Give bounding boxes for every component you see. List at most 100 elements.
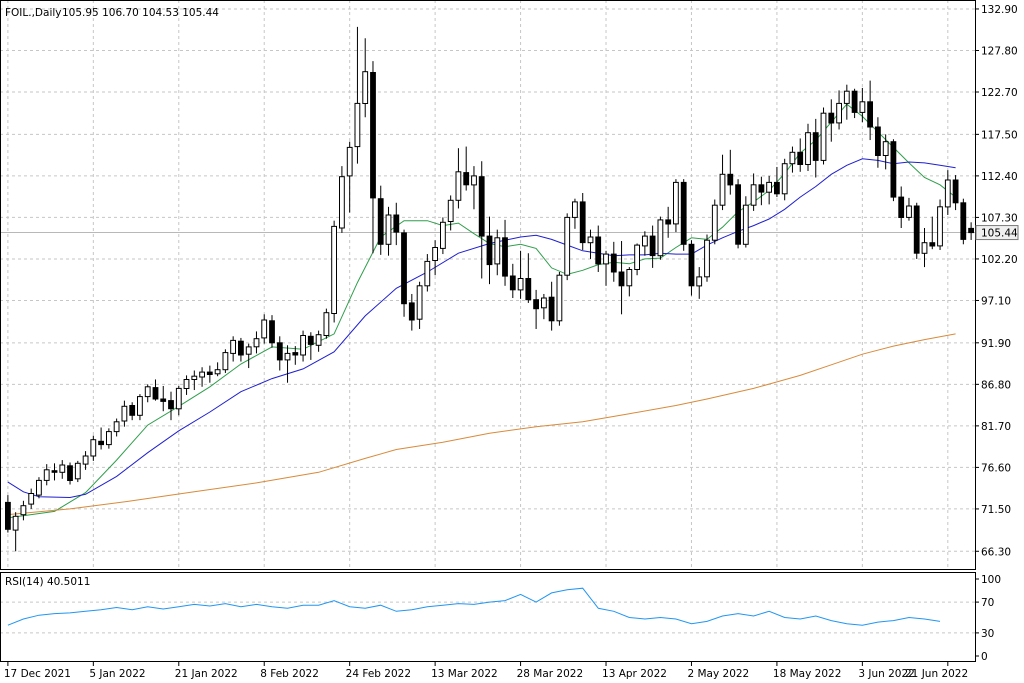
candle	[820, 107, 827, 165]
candle-body-bullish	[564, 216, 571, 276]
x-tick-label: 5 Jan 2022	[89, 668, 145, 680]
candle-body-bearish	[774, 181, 780, 195]
x-tick-label: 28 Mar 2022	[517, 668, 584, 680]
candle-body-bullish	[300, 335, 307, 356]
candle	[673, 179, 679, 233]
candle-body-bullish	[59, 464, 66, 473]
ohlc-values: 105.95 106.70 104.53 105.44	[62, 7, 219, 19]
y-tick-label: 97.10	[981, 295, 1011, 307]
candle-body-bearish	[875, 126, 881, 156]
candle-body-bearish	[812, 132, 819, 161]
candle-body-bearish	[525, 278, 532, 301]
candle	[36, 477, 42, 499]
candle-body-bullish	[704, 239, 710, 278]
candle	[440, 217, 446, 255]
y-tick-label: 86.80	[981, 379, 1011, 391]
candle-body-bullish	[447, 199, 454, 223]
rsi-label: RSI(14) 40.5011	[5, 576, 90, 588]
candle-body-bullish	[90, 439, 97, 457]
candle-body-bearish	[509, 275, 516, 291]
candle-body-bullish	[719, 173, 726, 206]
candle-body-bullish	[183, 379, 190, 389]
candle	[960, 198, 967, 245]
candle-body-bullish	[323, 312, 330, 337]
symbol-label: FOIL.,Daily	[5, 7, 62, 19]
candle-body-bullish	[882, 141, 889, 156]
x-tick-label: 21 Jan 2022	[175, 668, 238, 680]
candle-body-bullish	[113, 421, 120, 433]
candle-body-bullish	[36, 479, 42, 496]
candle-body-bearish	[401, 232, 407, 305]
x-tick-label: 21 Jun 2022	[905, 668, 968, 680]
candle-body-bullish	[199, 371, 205, 378]
candle-body-bullish	[28, 493, 35, 505]
candle-body-bearish	[478, 176, 485, 237]
candle-body-bullish	[789, 151, 796, 165]
candle-body-bullish	[556, 274, 563, 322]
candle-body-bearish	[851, 90, 858, 113]
candle-body-bullish	[820, 112, 827, 161]
candle-body-bullish	[859, 101, 866, 113]
candle	[657, 216, 664, 260]
y-tick-label: 107.30	[981, 212, 1018, 224]
candle	[401, 229, 407, 317]
candle-body-bullish	[214, 369, 221, 375]
candle-body-bullish	[12, 515, 19, 531]
candle-body-bullish	[634, 244, 641, 271]
candle-body-bullish	[696, 276, 703, 287]
candle-body-bearish	[688, 243, 695, 287]
candle-body-bullish	[626, 269, 633, 287]
candle-body-bearish	[51, 470, 58, 473]
candle-body-bullish	[354, 102, 361, 148]
candle-body-bearish	[890, 141, 897, 198]
candle	[331, 220, 338, 323]
candle-body-bullish	[944, 179, 951, 208]
candle-body-bullish	[921, 242, 928, 254]
rsi-tick-label: 0	[981, 651, 988, 663]
candle-body-bearish	[5, 501, 11, 530]
candle-body-bullish	[362, 71, 369, 104]
candle-body-bullish	[230, 339, 236, 354]
candle-body-bearish	[292, 352, 299, 356]
candle-body-bullish	[245, 346, 252, 355]
candle	[781, 158, 788, 201]
y-tick-label: 122.70	[981, 87, 1018, 99]
candle-body-bearish	[968, 227, 975, 234]
candle-body-bullish	[494, 237, 501, 265]
candle-body-bullish	[144, 386, 151, 398]
candle-body-bearish	[463, 172, 470, 186]
candle-body-bearish	[269, 320, 275, 344]
candle-body-bearish	[377, 198, 384, 245]
candle-body-bearish	[727, 173, 734, 186]
y-tick-label: 66.30	[981, 546, 1011, 558]
candle-body-bearish	[129, 405, 136, 416]
candle-body-bullish	[440, 221, 446, 249]
candle-body-bullish	[657, 219, 664, 257]
candle	[222, 349, 229, 373]
candle-body-bearish	[393, 214, 400, 233]
candle-body-bearish	[238, 340, 244, 356]
candle	[564, 213, 571, 281]
candle-body-bullish	[339, 176, 345, 229]
candle-body-bullish	[836, 102, 843, 124]
candle-body-bearish	[618, 271, 625, 287]
candle-body-bearish	[680, 181, 687, 245]
current-price-label: 105.44	[981, 228, 1018, 240]
candle-body-bullish	[572, 201, 578, 218]
y-tick-label: 76.60	[981, 462, 1011, 474]
candle-body-bullish	[82, 455, 89, 465]
candle-body-bearish	[67, 465, 73, 481]
candle	[74, 460, 81, 483]
candle-body-bearish	[206, 371, 213, 376]
candle-body-bearish	[898, 196, 905, 219]
candle-body-bullish	[750, 184, 757, 206]
candle-body-bullish	[284, 352, 291, 361]
y-tick-label: 117.50	[981, 129, 1018, 141]
candle-body-bullish	[541, 297, 547, 309]
candle-body-bearish	[913, 205, 920, 254]
candle-body-bullish	[121, 405, 128, 422]
x-tick-label: 8 Feb 2022	[260, 668, 319, 680]
x-tick-label: 17 Dec 2021	[4, 668, 71, 680]
candle-body-bullish	[937, 206, 943, 247]
candle	[890, 139, 897, 202]
